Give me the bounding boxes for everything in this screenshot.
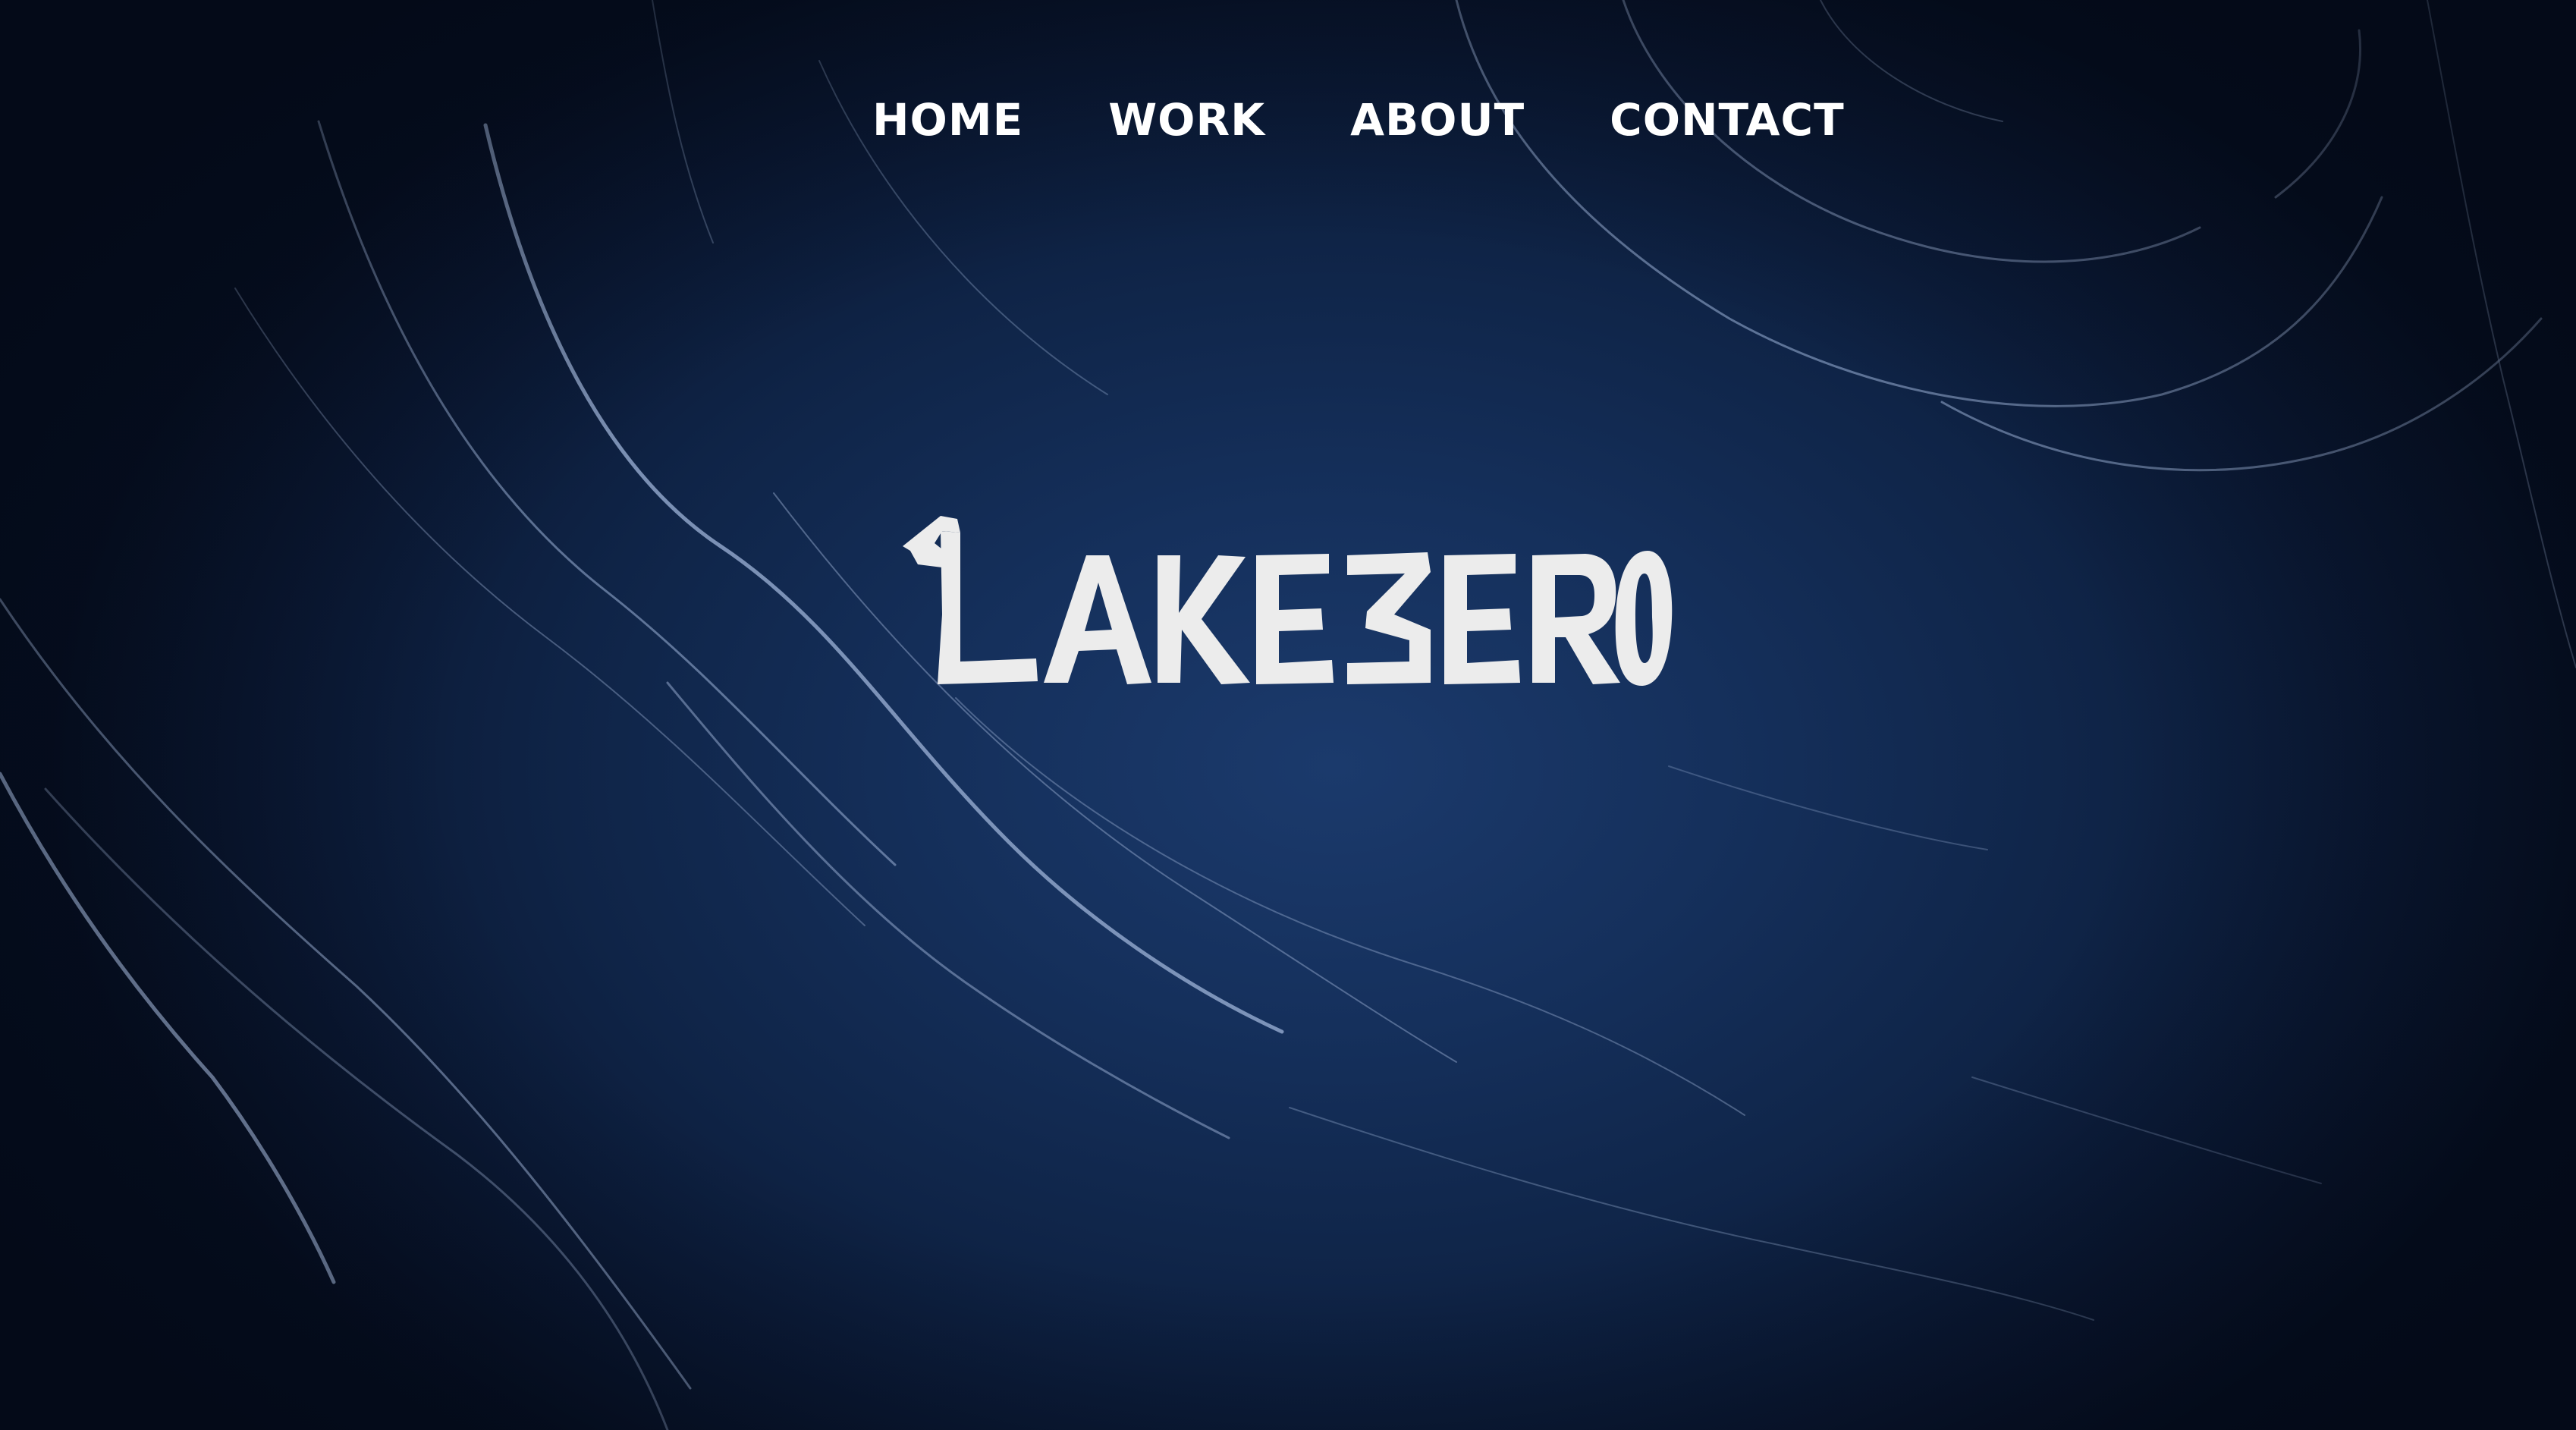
nav-contact-link[interactable]: CONTACT: [1610, 94, 1845, 146]
hero-section: HOME WORK ABOUT CONTACT: [0, 0, 2576, 1430]
star-trails-background: [0, 0, 2576, 1430]
lakezero-logo: [903, 516, 1673, 686]
nav-home-link[interactable]: HOME: [872, 94, 1023, 146]
main-navigation: HOME WORK ABOUT CONTACT: [872, 90, 1845, 150]
nav-work-link[interactable]: WORK: [1108, 94, 1265, 146]
nav-about-link[interactable]: ABOUT: [1350, 94, 1525, 146]
